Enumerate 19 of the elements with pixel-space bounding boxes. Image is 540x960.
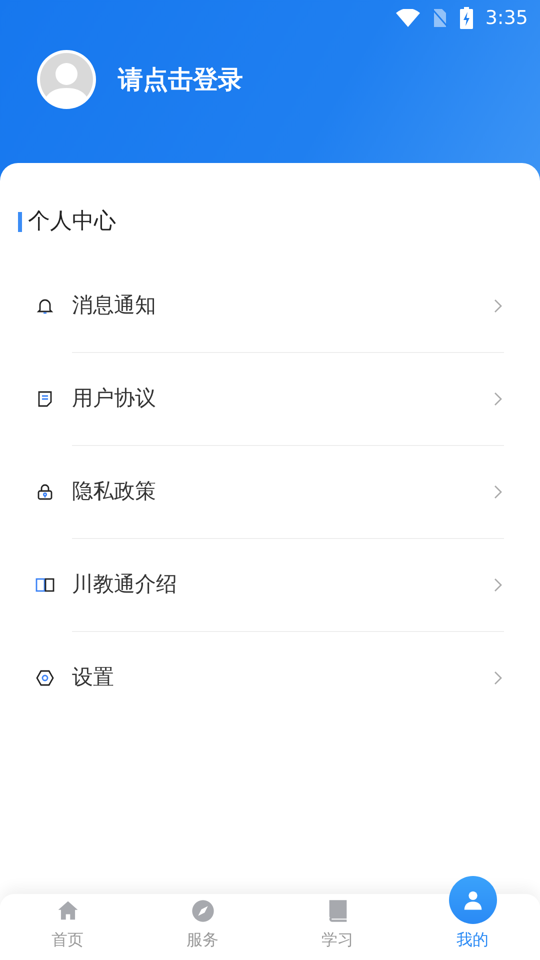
menu-item[interactable]: 消息通知: [0, 260, 540, 352]
login-prompt[interactable]: 请点击登录: [118, 60, 243, 98]
lock-icon: [35, 482, 55, 502]
menu-item[interactable]: 用户协议: [0, 353, 540, 445]
menu-item[interactable]: 设置: [0, 632, 540, 724]
chevron-right-icon: [494, 485, 502, 499]
compass-icon: [190, 898, 216, 924]
chevron-right-icon: [494, 299, 502, 313]
wifi-icon: [396, 9, 420, 27]
settings-icon: [35, 668, 55, 688]
battery-charging-icon: [460, 7, 474, 29]
chevron-right-icon: [494, 578, 502, 592]
status-time: 3:35: [485, 6, 528, 31]
chevron-right-icon: [494, 671, 502, 685]
menu-item[interactable]: 隐私政策: [0, 446, 540, 538]
no-sim-icon: [432, 8, 448, 28]
chevron-right-icon: [494, 392, 502, 406]
menu-item[interactable]: 川教通介绍: [0, 539, 540, 631]
section-title: 个人中心: [28, 208, 116, 236]
